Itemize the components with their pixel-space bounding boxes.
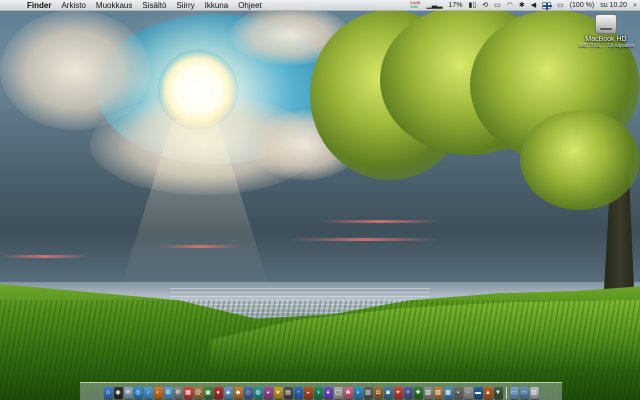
dock-app-14-icon[interactable]: ▥	[363, 387, 373, 399]
dock-firefox-icon[interactable]: ◐	[153, 387, 163, 399]
dock-ichat-icon[interactable]: ✿	[163, 387, 173, 399]
dock-app-12-icon[interactable]: ❀	[343, 387, 353, 399]
menu-arkisto[interactable]: Arkisto	[56, 0, 90, 11]
battery-icon[interactable]: ▭	[554, 0, 567, 11]
dock-app-16-icon[interactable]: ◙	[383, 387, 393, 399]
dock-app-13-icon[interactable]: ◗	[353, 387, 363, 399]
dock-app-26-icon[interactable]: ▲	[483, 387, 493, 399]
dock-separator	[505, 387, 507, 399]
menu-sisalto[interactable]: Sisältö	[137, 0, 171, 11]
disk-info: 148,73 Gt, ... Gt vapaana	[577, 43, 635, 49]
cloud-streak	[290, 238, 440, 241]
hard-drive-icon[interactable]	[595, 14, 617, 34]
screen-icon[interactable]: ▭	[491, 0, 504, 11]
dock-app-20-icon[interactable]: ▧	[423, 387, 433, 399]
dock-app-25-icon[interactable]: ▬	[473, 387, 483, 399]
dock-app-4-icon[interactable]: ◕	[263, 387, 273, 399]
dock-app-17-icon[interactable]: ✦	[393, 387, 403, 399]
dock-system-preferences-icon[interactable]: ⚙	[173, 387, 183, 399]
desktop-wallpaper	[0, 0, 640, 400]
menu-finder[interactable]: Finder	[22, 0, 56, 11]
wifi-icon[interactable]: ◠	[504, 0, 516, 11]
dock-ical-icon[interactable]: ▦	[183, 387, 193, 399]
cloud-streak	[320, 220, 440, 223]
cloud-streak	[160, 245, 240, 248]
dock-app-6-icon[interactable]: ▤	[283, 387, 293, 399]
dock-app-10-icon[interactable]: ♦	[323, 387, 333, 399]
dock-app-27-icon[interactable]: ▼	[493, 387, 503, 399]
dock-iphoto-icon[interactable]: ▣	[203, 387, 213, 399]
disk-name[interactable]: MacBook HD	[576, 36, 636, 43]
dock-downloads-stack-icon[interactable]: ▭	[519, 387, 529, 399]
dock-trash-icon[interactable]: ▥	[529, 387, 539, 399]
dock-address-book-icon[interactable]: @	[193, 387, 203, 399]
dock-app-11-icon[interactable]: ▢	[333, 387, 343, 399]
dock: ☺ ◉ ✉ ◎ ♪ ◐ ✿ ⚙ ▦ @ ▣ ● ◈ ◆ ◇ ◍ ◕ ★ ▤ ◔ ◒ ◑ ♦ ▢ ❀ ◗ ▥ ◘ ◙ ✦ ✧ ✚ ▧ ▨ ▩ ▪ ▫ ▬ ▲ ▼…	[80, 382, 562, 400]
menu-bar: Finder Arkisto Muokkaus Sisältö Siirry I…	[0, 0, 640, 11]
menu-siirry[interactable]: Siirry	[171, 0, 199, 11]
dock-app-1-icon[interactable]: ◆	[233, 387, 243, 399]
bluetooth-icon[interactable]: ✱	[516, 0, 528, 11]
desktop-disk[interactable]: MacBook HD 148,73 Gt, ... Gt vapaana	[576, 14, 636, 49]
dock-photo-booth-icon[interactable]: ●	[213, 387, 223, 399]
menu-muokkaus[interactable]: Muokkaus	[91, 0, 137, 11]
cpu-graph-icon[interactable]: ▮▯	[465, 0, 479, 11]
dock-app-3-icon[interactable]: ◍	[253, 387, 263, 399]
dock-itunes-icon[interactable]: ♪	[143, 387, 153, 399]
dock-app-5-icon[interactable]: ★	[273, 387, 283, 399]
memory-meter[interactable]: 31MB 1MB	[407, 1, 423, 9]
battery-percent[interactable]: (100 %)	[567, 0, 598, 11]
spotlight-icon[interactable]: ⌕	[630, 0, 640, 11]
dock-app-8-icon[interactable]: ◒	[303, 387, 313, 399]
volume-icon[interactable]: ◀	[528, 0, 539, 11]
status-menus: 31MB 1MB ▁▃▂ 17% ▮▯ ⟲ ▭ ◠ ✱ ◀ ▭ (100 %) …	[407, 0, 640, 11]
dock-app-7-icon[interactable]: ◔	[293, 387, 303, 399]
sun	[158, 50, 238, 130]
memory-meter-bottom: 1MB	[409, 4, 419, 9]
finnish-flag-input-icon[interactable]	[542, 1, 553, 10]
dock-app-9-icon[interactable]: ◑	[313, 387, 323, 399]
clock[interactable]: su 10.20	[597, 0, 630, 11]
cloud-streak	[0, 255, 90, 258]
dock-documents-stack-icon[interactable]: ▭	[509, 387, 519, 399]
dock-app-23-icon[interactable]: ▪	[453, 387, 463, 399]
dock-safari-icon[interactable]: ◎	[133, 387, 143, 399]
time-machine-icon[interactable]: ⟲	[479, 0, 491, 11]
dock-app-19-icon[interactable]: ✚	[413, 387, 423, 399]
dock-app-22-icon[interactable]: ▩	[443, 387, 453, 399]
tree-canopy	[520, 110, 640, 210]
menu-ikkuna[interactable]: Ikkuna	[200, 0, 234, 11]
dock-finder-icon[interactable]: ☺	[103, 387, 113, 399]
dock-preview-icon[interactable]: ◈	[223, 387, 233, 399]
dock-app-15-icon[interactable]: ◘	[373, 387, 383, 399]
dock-app-21-icon[interactable]: ▨	[433, 387, 443, 399]
dock-app-18-icon[interactable]: ✧	[403, 387, 413, 399]
menu-ohjeet[interactable]: Ohjeet	[233, 0, 267, 11]
cpu-percent[interactable]: 17%	[445, 0, 465, 11]
dock-app-24-icon[interactable]: ▫	[463, 387, 473, 399]
activity-graph-icon[interactable]: ▁▃▂	[423, 0, 445, 11]
dock-dashboard-icon[interactable]: ◉	[113, 387, 123, 399]
dock-app-2-icon[interactable]: ◇	[243, 387, 253, 399]
dock-mail-icon[interactable]: ✉	[123, 387, 133, 399]
